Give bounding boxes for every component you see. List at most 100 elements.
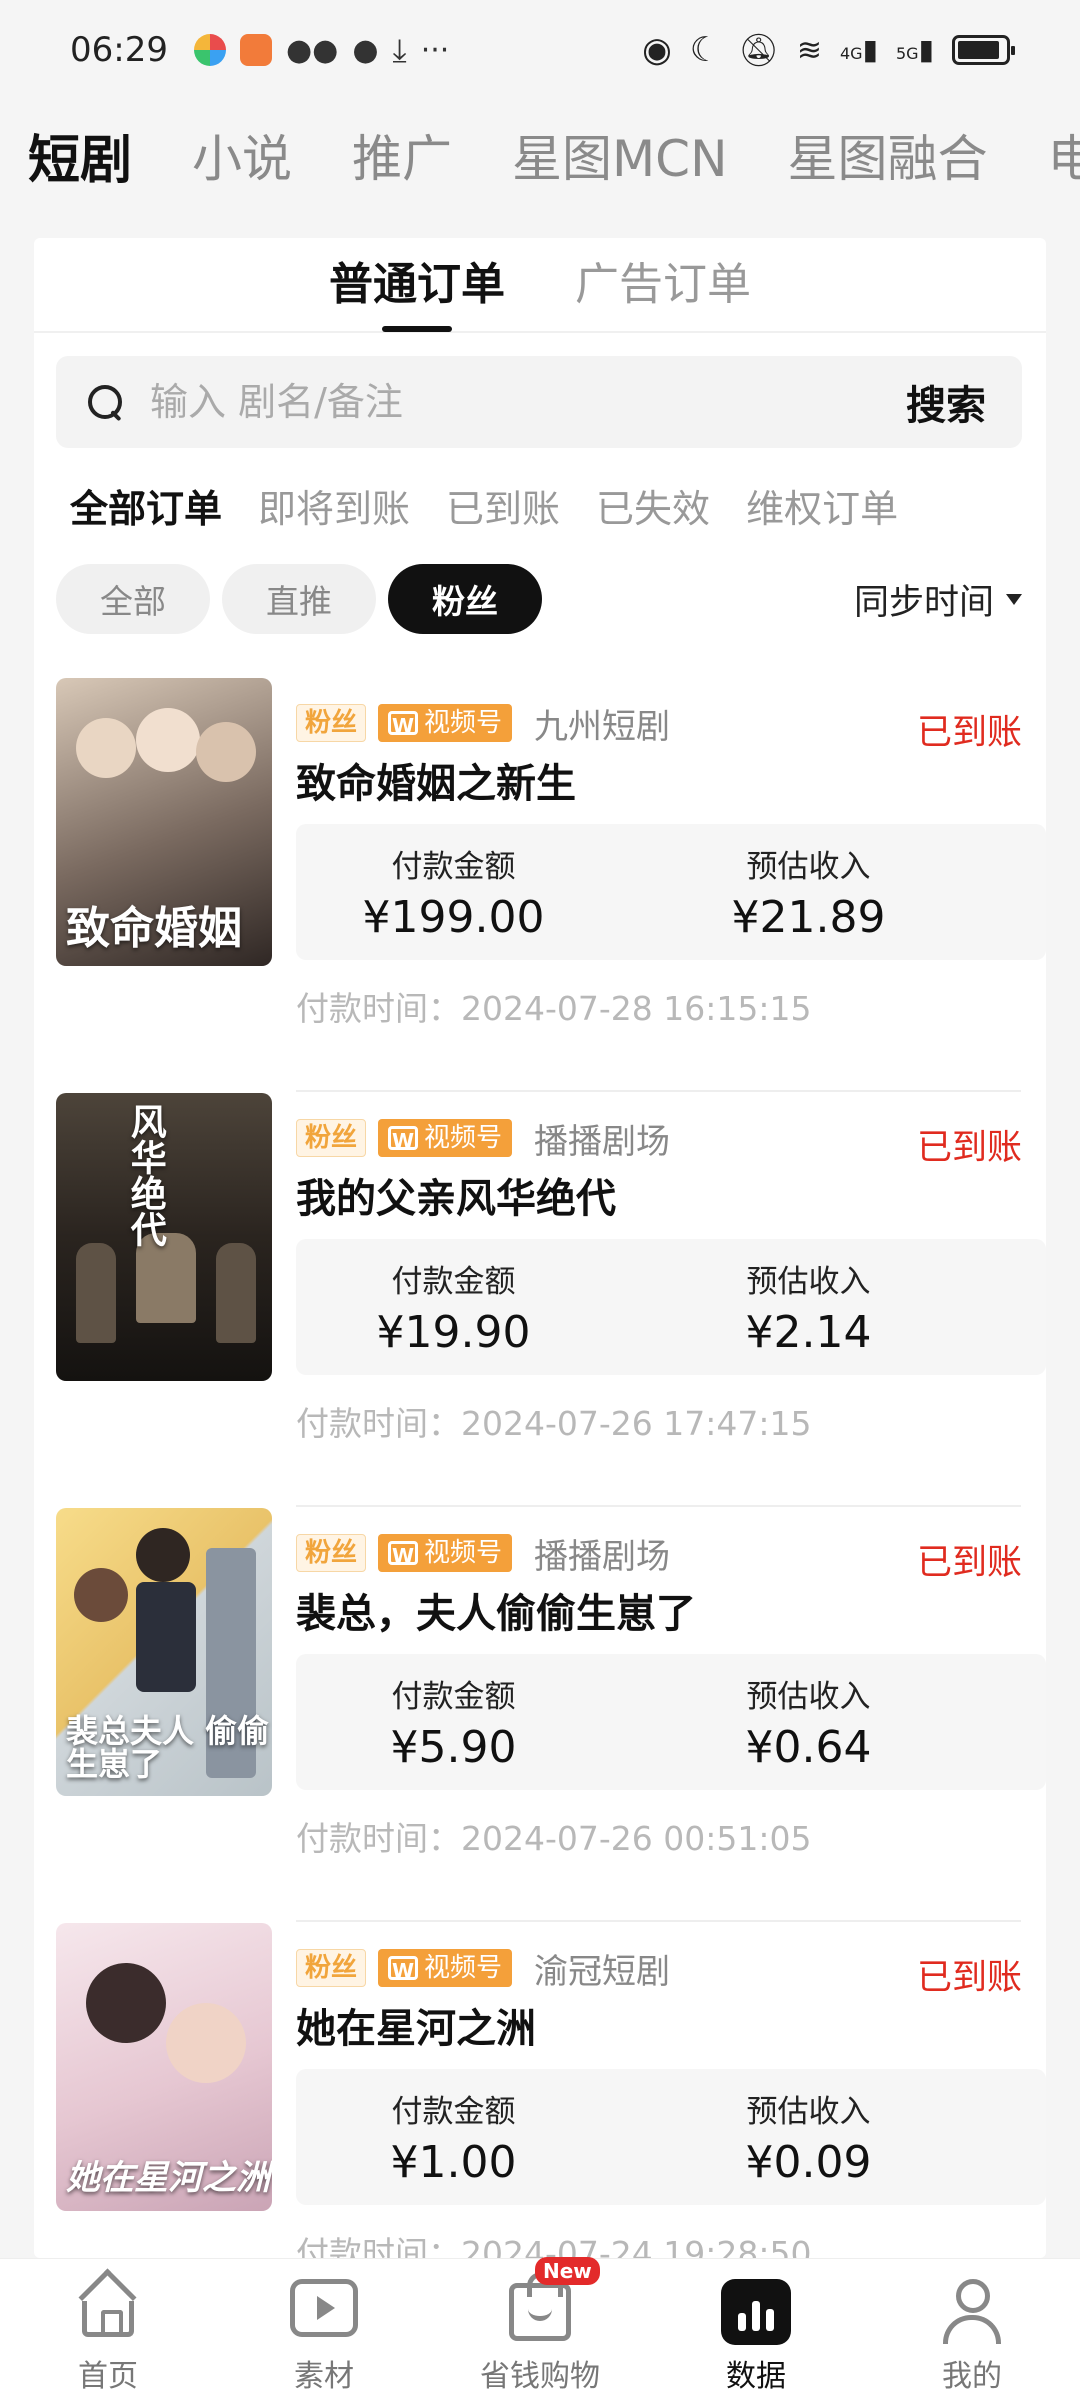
chip-all[interactable]: 全部 bbox=[56, 564, 210, 634]
income-amount: ¥21.89 bbox=[731, 892, 886, 943]
nav-me[interactable]: 我的 bbox=[864, 2259, 1080, 2400]
fans-tag: 粉丝 bbox=[296, 1534, 367, 1572]
orders-panel: 普通订单 广告订单 搜索 全部订单 即将到账 已到账 已失效 维权订单 全部 直… bbox=[34, 237, 1046, 2273]
income-label: 预估收入 bbox=[746, 1679, 871, 1715]
network-5g-label: 5G bbox=[896, 44, 919, 63]
fans-tag: 粉丝 bbox=[296, 704, 367, 742]
nav-material[interactable]: 素材 bbox=[216, 2259, 432, 2400]
channels-icon bbox=[388, 709, 419, 743]
drama-title: 我的父亲风华绝代 bbox=[296, 1176, 616, 1222]
income-column: 预估收入 ¥0.64 bbox=[651, 1654, 1046, 1790]
drama-poster: 她在星河之洲 bbox=[56, 1923, 272, 2211]
payment-label: 付款金额 bbox=[391, 849, 516, 885]
home-icon bbox=[77, 2279, 139, 2341]
channels-icon bbox=[388, 1539, 419, 1573]
shopping-bag-icon: New bbox=[509, 2257, 600, 2341]
income-label: 预估收入 bbox=[746, 849, 871, 885]
drama-poster: 致命婚姻 bbox=[56, 678, 272, 966]
order-item[interactable]: 致命婚姻 粉丝 视频号 九州短剧 致命婚姻之新生 付款金额 ¥199.00 预估… bbox=[56, 678, 1046, 1092]
filter-expired[interactable]: 已失效 bbox=[596, 478, 710, 533]
drama-poster: 风华绝代 bbox=[56, 1093, 272, 1381]
channels-tag: 视频号 bbox=[378, 704, 513, 743]
amount-box: 付款金额 ¥5.90 预估收入 ¥0.64 bbox=[296, 1654, 1046, 1790]
nav-home[interactable]: 首页 bbox=[0, 2259, 216, 2400]
channels-tag-label: 视频号 bbox=[424, 708, 503, 738]
battery-icon bbox=[952, 35, 1015, 65]
payment-label: 付款金额 bbox=[391, 1679, 516, 1715]
channels-tag: 视频号 bbox=[378, 1534, 513, 1573]
chip-direct[interactable]: 直推 bbox=[222, 564, 376, 634]
sync-time-sort[interactable]: 同步时间 bbox=[854, 574, 1022, 625]
tab-xingtu-mcn[interactable]: 星图MCN bbox=[512, 119, 727, 191]
drama-title: 裴总，夫人偷偷生崽了 bbox=[296, 1591, 696, 1637]
tab-short-drama[interactable]: 短剧 bbox=[28, 118, 132, 193]
new-badge: New bbox=[535, 2257, 600, 2285]
drama-title: 致命婚姻之新生 bbox=[296, 761, 576, 807]
tab-xingtu-fusion[interactable]: 星图融合 bbox=[787, 119, 987, 191]
filter-disputed[interactable]: 维权订单 bbox=[746, 478, 898, 533]
download-icon: ⤓ bbox=[392, 30, 407, 69]
studio-name: 九州短剧 bbox=[534, 706, 671, 747]
income-amount: ¥0.09 bbox=[745, 2137, 872, 2188]
bar-chart-icon bbox=[721, 2279, 791, 2345]
payment-column: 付款金额 ¥1.00 bbox=[296, 2069, 651, 2205]
tab-ad-orders[interactable]: 广告订单 bbox=[575, 237, 751, 332]
filter-settled[interactable]: 已到账 bbox=[446, 478, 560, 533]
fans-tag: 粉丝 bbox=[296, 1949, 367, 1987]
order-status-filters: 全部订单 即将到账 已到账 已失效 维权订单 bbox=[70, 478, 898, 533]
order-item[interactable]: 风华绝代 粉丝 视频号 播播剧场 我的父亲风华绝代 付款金额 ¥19.90 预估… bbox=[56, 1093, 1046, 1507]
income-label: 预估收入 bbox=[746, 2094, 871, 2130]
nav-shopping[interactable]: New 省钱购物 bbox=[432, 2257, 648, 2400]
order-item[interactable]: 裴总夫人 偷偷生崽了 粉丝 视频号 播播剧场 裴总，夫人偷偷生崽了 付款金额 ¥… bbox=[56, 1508, 1046, 1922]
tab-promotion[interactable]: 推广 bbox=[352, 119, 452, 191]
payment-time: 付款时间：2024-07-26 00:51:05 bbox=[296, 1819, 812, 1858]
payment-amount: ¥199.00 bbox=[362, 892, 545, 943]
payment-amount: ¥1.00 bbox=[390, 2137, 517, 2188]
payment-amount: ¥19.90 bbox=[376, 1307, 531, 1358]
poster-title: 致命婚姻 bbox=[66, 902, 242, 954]
nav-label: 省钱购物 bbox=[480, 2359, 600, 2394]
income-column: 预估收入 ¥21.89 bbox=[651, 824, 1046, 960]
order-status: 已到账 bbox=[916, 1543, 1022, 1583]
channels-tag-label: 视频号 bbox=[424, 1538, 503, 1568]
wifi-icon: ≋ bbox=[796, 32, 822, 68]
channels-icon bbox=[388, 1124, 419, 1158]
caret-down-icon bbox=[1006, 593, 1022, 605]
eye-icon: ◉ bbox=[642, 30, 672, 70]
nav-label: 我的 bbox=[942, 2359, 1002, 2394]
income-amount: ¥0.64 bbox=[745, 1722, 872, 1773]
search-button[interactable]: 搜索 bbox=[906, 373, 986, 431]
status-right: ◉ ☾ 🔕︎ ≋ 4G▮ 5G▮ bbox=[642, 30, 1015, 70]
nav-label: 素材 bbox=[294, 2359, 354, 2394]
studio-name: 播播剧场 bbox=[534, 1121, 671, 1162]
message-icon: ● bbox=[352, 32, 379, 68]
shield-notification-icon bbox=[239, 34, 272, 66]
channels-tag: 视频号 bbox=[378, 1949, 513, 1988]
income-column: 预估收入 ¥2.14 bbox=[651, 1239, 1046, 1375]
app-screen: 06:29 ●● ● ⤓ ··· ◉ ☾ 🔕︎ ≋ 4G▮ 5G▮ 短剧 小说 … bbox=[0, 0, 1080, 2400]
payment-column: 付款金额 ¥5.90 bbox=[296, 1654, 651, 1790]
wechat-icon: ●● bbox=[285, 32, 339, 68]
signal-5g-icon: 5G▮ bbox=[896, 33, 934, 66]
play-icon bbox=[289, 2279, 359, 2341]
nav-label: 数据 bbox=[726, 2359, 786, 2394]
amount-box: 付款金额 ¥1.00 预估收入 ¥0.09 bbox=[296, 2069, 1046, 2205]
tab-ecommerce[interactable]: 电 bbox=[1047, 119, 1080, 191]
divider bbox=[296, 1090, 1021, 1092]
mute-icon: 🔕︎ bbox=[738, 31, 779, 69]
search-icon bbox=[86, 383, 124, 421]
amount-box: 付款金额 ¥199.00 预估收入 ¥21.89 bbox=[296, 824, 1046, 960]
poster-title: 风华绝代 bbox=[124, 1103, 167, 1247]
channels-tag-label: 视频号 bbox=[424, 1123, 503, 1153]
filter-all-orders[interactable]: 全部订单 bbox=[70, 478, 222, 533]
tab-normal-orders[interactable]: 普通订单 bbox=[329, 237, 505, 332]
tab-novel[interactable]: 小说 bbox=[192, 119, 292, 191]
search-input[interactable] bbox=[150, 380, 906, 424]
filter-pending[interactable]: 即将到账 bbox=[258, 478, 410, 533]
nav-data[interactable]: 数据 bbox=[648, 2259, 864, 2400]
order-status: 已到账 bbox=[916, 1128, 1022, 1168]
nav-label: 首页 bbox=[78, 2359, 138, 2394]
channels-icon bbox=[388, 1954, 419, 1988]
chip-fans[interactable]: 粉丝 bbox=[388, 564, 542, 634]
amount-box: 付款金额 ¥19.90 预估收入 ¥2.14 bbox=[296, 1239, 1046, 1375]
